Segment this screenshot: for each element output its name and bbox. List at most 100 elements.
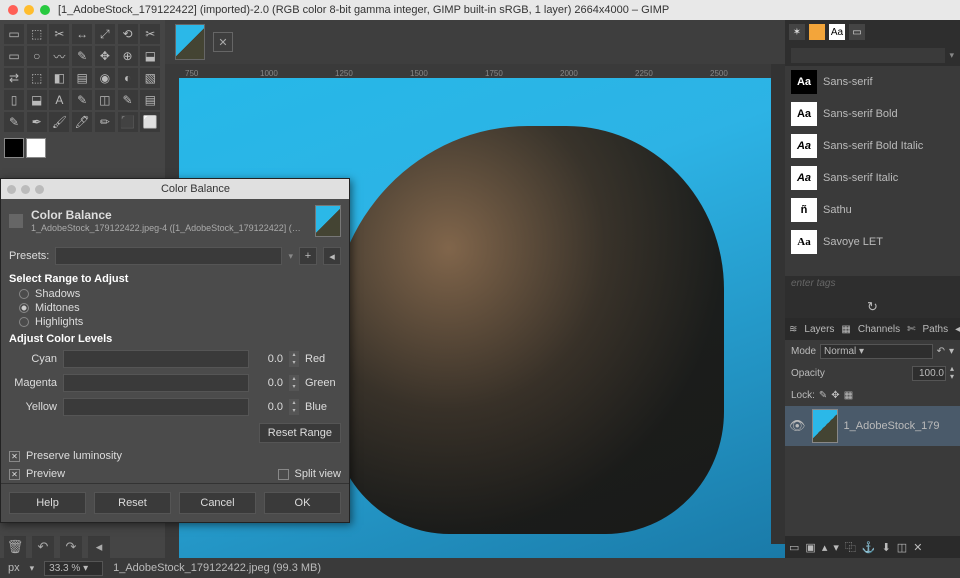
tool-button-18[interactable]: ◉ bbox=[95, 68, 115, 88]
ok-button[interactable]: OK bbox=[264, 492, 341, 514]
layers-tab-icon[interactable]: ≋ bbox=[789, 324, 797, 335]
close-image-tab-button[interactable]: ✕ bbox=[213, 32, 233, 52]
range-radio-shadows[interactable]: Shadows bbox=[19, 287, 331, 301]
slider-track[interactable] bbox=[63, 374, 249, 392]
preset-menu-button[interactable]: ◂ bbox=[323, 247, 341, 265]
font-list[interactable]: AaSans-serifAaSans-serif BoldAaSans-seri… bbox=[785, 66, 960, 276]
unit-label[interactable]: px bbox=[8, 562, 20, 574]
tool-button-0[interactable]: ▭ bbox=[4, 24, 24, 44]
dialog-maximize-button[interactable] bbox=[35, 185, 44, 194]
tool-button-6[interactable]: ✂ bbox=[140, 24, 160, 44]
tool-button-3[interactable]: ↔ bbox=[72, 24, 92, 44]
maximize-window-button[interactable] bbox=[40, 5, 50, 15]
tool-button-31[interactable]: 🖊 bbox=[72, 112, 92, 132]
font-item[interactable]: AaSans-serif bbox=[785, 66, 960, 98]
radio-icon[interactable] bbox=[19, 317, 29, 327]
mode-select[interactable]: Normal ▾ bbox=[820, 344, 933, 359]
channels-tab-icon[interactable]: ▦ bbox=[841, 324, 850, 335]
patterns-tab-icon[interactable] bbox=[809, 24, 825, 40]
fonts-tab-icon[interactable]: Aa bbox=[829, 24, 845, 40]
dialog-titlebar[interactable]: Color Balance bbox=[1, 179, 349, 199]
font-item[interactable]: AaSavoye LET bbox=[785, 226, 960, 258]
minimize-window-button[interactable] bbox=[24, 5, 34, 15]
tool-button-22[interactable]: ⬓ bbox=[27, 90, 47, 110]
help-button[interactable]: Help bbox=[9, 492, 86, 514]
layer-group-icon[interactable]: ▣ bbox=[805, 541, 815, 554]
brushes-tab-icon[interactable]: ✶ bbox=[789, 24, 805, 40]
tool-button-1[interactable]: ⬚ bbox=[27, 24, 47, 44]
tool-button-30[interactable]: 🖌 bbox=[49, 112, 69, 132]
merge-layer-icon[interactable]: ⬇ bbox=[882, 541, 891, 554]
tool-button-24[interactable]: ✎ bbox=[72, 90, 92, 110]
layer-name[interactable]: 1_AdobeStock_179 bbox=[844, 420, 940, 432]
range-radio-highlights[interactable]: Highlights bbox=[19, 315, 331, 329]
tags-input[interactable]: enter tags bbox=[785, 276, 960, 296]
tool-button-32[interactable]: ✏ bbox=[95, 112, 115, 132]
slider-track[interactable] bbox=[63, 398, 249, 416]
tool-button-5[interactable]: ⟲ bbox=[118, 24, 138, 44]
presets-select[interactable] bbox=[55, 247, 282, 265]
tool-button-20[interactable]: ▧ bbox=[140, 68, 160, 88]
new-layer-icon[interactable]: ▭ bbox=[789, 541, 799, 554]
lock-position-icon[interactable]: ✥ bbox=[831, 390, 839, 401]
range-radio-midtones[interactable]: Midtones bbox=[19, 301, 331, 315]
slider-track[interactable] bbox=[63, 350, 249, 368]
lower-layer-icon[interactable]: ▾ bbox=[833, 541, 839, 554]
tool-button-25[interactable]: ◫ bbox=[95, 90, 115, 110]
font-item[interactable]: AaSans-serif Bold bbox=[785, 98, 960, 130]
image-tab-thumbnail[interactable] bbox=[175, 24, 205, 60]
preserve-luminosity-checkbox[interactable]: ✕ bbox=[9, 451, 20, 462]
redo-icon[interactable]: ↷ bbox=[60, 536, 82, 558]
bg-color-swatch[interactable] bbox=[26, 138, 46, 158]
tool-button-28[interactable]: ✎ bbox=[4, 112, 24, 132]
opacity-input[interactable] bbox=[912, 366, 946, 381]
slider-spinner[interactable]: ▴▾ bbox=[289, 399, 299, 415]
dialog-close-button[interactable] bbox=[7, 185, 16, 194]
chevron-down-icon[interactable]: ▾ bbox=[288, 251, 293, 262]
cancel-button[interactable]: Cancel bbox=[179, 492, 256, 514]
font-item[interactable]: AaSans-serif Italic bbox=[785, 162, 960, 194]
tool-button-14[interactable]: ⇄ bbox=[4, 68, 24, 88]
preview-row[interactable]: ✕ Preview Split view bbox=[1, 465, 349, 483]
delete-layer-icon[interactable]: ✕ bbox=[913, 541, 922, 554]
slider-value[interactable]: 0.0 bbox=[255, 401, 283, 413]
raise-layer-icon[interactable]: ▴ bbox=[822, 541, 828, 554]
tool-button-17[interactable]: ▤ bbox=[72, 68, 92, 88]
slider-spinner[interactable]: ▴▾ bbox=[289, 375, 299, 391]
tool-button-7[interactable]: ▭ bbox=[4, 46, 24, 66]
opacity-spinner-icon[interactable]: ▴▾ bbox=[950, 365, 954, 381]
tool-button-10[interactable]: ✎ bbox=[72, 46, 92, 66]
split-view-checkbox[interactable] bbox=[278, 469, 289, 480]
undo-icon[interactable]: ↶ bbox=[32, 536, 54, 558]
font-item[interactable]: ñSathu bbox=[785, 194, 960, 226]
layer-row[interactable]: 👁 1_AdobeStock_179 bbox=[785, 406, 960, 446]
tool-button-9[interactable]: 〰 bbox=[49, 46, 69, 66]
tool-button-4[interactable]: ⤢ bbox=[95, 24, 115, 44]
visibility-eye-icon[interactable]: 👁 bbox=[789, 418, 806, 434]
lock-alpha-icon[interactable]: ▦ bbox=[844, 390, 853, 401]
tool-button-27[interactable]: ▤ bbox=[140, 90, 160, 110]
mode-reset-icon[interactable]: ↶ bbox=[937, 346, 945, 357]
dialog-minimize-button[interactable] bbox=[21, 185, 30, 194]
reset-button[interactable]: Reset bbox=[94, 492, 171, 514]
tool-button-29[interactable]: ✒ bbox=[27, 112, 47, 132]
slider-value[interactable]: 0.0 bbox=[255, 377, 283, 389]
tool-button-26[interactable]: ✎ bbox=[118, 90, 138, 110]
font-item[interactable]: AaSans-serif Bold Italic bbox=[785, 130, 960, 162]
tool-button-16[interactable]: ◧ bbox=[49, 68, 69, 88]
tool-button-23[interactable]: A bbox=[49, 90, 69, 110]
radio-icon[interactable] bbox=[19, 289, 29, 299]
radio-icon[interactable] bbox=[19, 303, 29, 313]
tool-button-19[interactable]: ◐ bbox=[118, 68, 138, 88]
layers-tab[interactable]: Layers bbox=[801, 322, 837, 337]
paths-tab[interactable]: Paths bbox=[920, 322, 952, 337]
tool-button-34[interactable]: ⬜ bbox=[140, 112, 160, 132]
slider-spinner[interactable]: ▴▾ bbox=[289, 351, 299, 367]
tool-button-2[interactable]: ✂ bbox=[49, 24, 69, 44]
delete-icon[interactable]: 🗑 bbox=[4, 536, 26, 558]
tool-button-21[interactable]: ▯ bbox=[4, 90, 24, 110]
history-tab-icon[interactable]: ▭ bbox=[849, 24, 865, 40]
add-preset-button[interactable]: + bbox=[299, 247, 317, 265]
refresh-icon[interactable]: ↻ bbox=[867, 299, 878, 315]
reset-range-button[interactable]: Reset Range bbox=[259, 423, 341, 443]
